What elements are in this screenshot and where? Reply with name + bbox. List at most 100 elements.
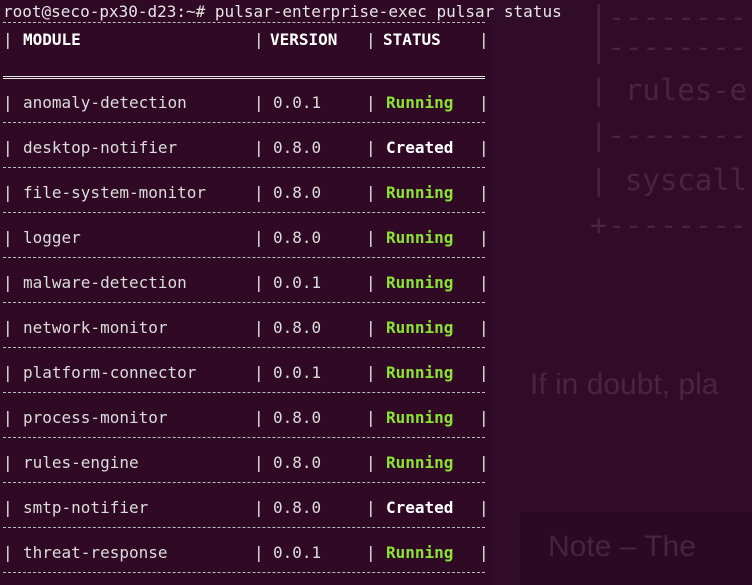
column-separator: |: [3, 453, 13, 472]
row-divider: [3, 437, 485, 438]
column-separator: |: [479, 318, 489, 337]
status-badge: Running: [386, 183, 454, 202]
header-version: VERSION: [270, 30, 338, 49]
table-row: | smtp-notifier | 0.8.0 | Created |: [3, 485, 489, 530]
column-separator: |: [3, 408, 13, 427]
module-version: 0.8.0: [273, 498, 322, 517]
column-separator: |: [366, 138, 376, 157]
header-status: STATUS: [383, 30, 441, 49]
row-divider: [3, 302, 485, 303]
module-version: 0.0.1: [273, 363, 322, 382]
column-separator: |: [366, 498, 376, 517]
table-row: | rules-engine | 0.8.0 | Running |: [3, 440, 489, 485]
header-module: MODULE: [23, 30, 81, 49]
column-separator: |: [479, 453, 489, 472]
column-separator: |: [254, 228, 264, 247]
column-separator: |: [479, 228, 489, 247]
row-divider: [3, 572, 485, 573]
shell-prompt: root@seco-px30-d23:~#: [3, 2, 215, 21]
column-separator: |: [3, 498, 13, 517]
module-name: smtp-notifier: [23, 498, 149, 517]
column-separator: |: [254, 363, 264, 382]
column-separator: |: [479, 93, 489, 112]
row-divider: [3, 122, 485, 123]
column-separator: |: [254, 408, 264, 427]
table-header-row: | MODULE | VERSION | STATUS |: [3, 22, 489, 57]
column-separator: |: [3, 93, 13, 112]
module-name: process-monitor: [23, 408, 168, 427]
column-separator: |: [479, 30, 489, 49]
column-separator: |: [366, 228, 376, 247]
column-separator: |: [254, 318, 264, 337]
column-separator: |: [366, 93, 376, 112]
row-divider: [3, 527, 485, 528]
status-badge: Created: [386, 138, 454, 157]
table-row: | malware-detection | 0.0.1 | Running |: [3, 260, 489, 305]
row-divider: [3, 347, 485, 348]
column-separator: |: [479, 498, 489, 517]
table-row: | anomaly-detection | 0.0.1 | Running |: [3, 80, 489, 125]
command-text: pulsar-enterprise-exec pulsar status: [214, 2, 562, 21]
column-separator: |: [3, 363, 13, 382]
table-row: | desktop-notifier | 0.8.0 | Created |: [3, 125, 489, 170]
table-row: | file-system-monitor | 0.8.0 | Running |: [3, 170, 489, 215]
column-separator: |: [366, 363, 376, 382]
status-badge: Running: [386, 93, 454, 112]
status-badge: Running: [386, 453, 454, 472]
table-row: | threat-response | 0.0.1 | Running |: [3, 530, 489, 575]
column-separator: |: [366, 408, 376, 427]
status-badge: Running: [386, 228, 454, 247]
column-separator: |: [479, 183, 489, 202]
row-divider: [3, 482, 485, 483]
module-version: 0.8.0: [273, 453, 322, 472]
module-name: platform-connector: [23, 363, 197, 382]
column-separator: |: [3, 543, 13, 562]
module-name: file-system-monitor: [23, 183, 207, 202]
module-version: 0.8.0: [273, 318, 322, 337]
column-separator: |: [366, 543, 376, 562]
column-separator: |: [254, 93, 264, 112]
column-separator: |: [254, 30, 264, 49]
command-line: root@seco-px30-d23:~# pulsar-enterprise-…: [3, 2, 562, 22]
column-separator: |: [479, 273, 489, 292]
column-separator: |: [479, 138, 489, 157]
module-version: 0.0.1: [273, 93, 322, 112]
row-divider: [3, 392, 485, 393]
module-name: rules-engine: [23, 453, 139, 472]
table-row: | platform-connector | 0.0.1 | Running |: [3, 350, 489, 395]
column-separator: |: [479, 408, 489, 427]
table-row: | network-monitor | 0.8.0 | Running |: [3, 305, 489, 350]
column-separator: |: [366, 453, 376, 472]
column-separator: |: [479, 363, 489, 382]
status-badge: Running: [386, 363, 454, 382]
column-separator: |: [3, 228, 13, 247]
column-separator: |: [3, 138, 13, 157]
table-row: | logger | 0.8.0 | Running |: [3, 215, 489, 260]
column-separator: |: [366, 318, 376, 337]
module-version: 0.8.0: [273, 228, 322, 247]
column-separator: |: [366, 183, 376, 202]
row-divider: [3, 257, 485, 258]
module-version: 0.8.0: [273, 183, 322, 202]
status-badge: Running: [386, 318, 454, 337]
terminal-window[interactable]: root@seco-px30-d23:~# pulsar-enterprise-…: [0, 0, 752, 585]
status-badge: Running: [386, 273, 454, 292]
row-divider: [3, 167, 485, 168]
table-header-divider: [3, 76, 485, 79]
module-name: logger: [23, 228, 81, 247]
column-separator: |: [254, 183, 264, 202]
status-badge: Running: [386, 543, 454, 562]
column-separator: |: [479, 543, 489, 562]
column-separator: |: [366, 273, 376, 292]
column-separator: |: [3, 318, 13, 337]
module-name: threat-response: [23, 543, 168, 562]
column-separator: |: [254, 543, 264, 562]
module-name: desktop-notifier: [23, 138, 178, 157]
module-name: anomaly-detection: [23, 93, 187, 112]
column-separator: |: [3, 30, 13, 49]
module-version: 0.0.1: [273, 543, 322, 562]
module-version: 0.8.0: [273, 408, 322, 427]
module-name: malware-detection: [23, 273, 187, 292]
module-version: 0.0.1: [273, 273, 322, 292]
module-version: 0.8.0: [273, 138, 322, 157]
